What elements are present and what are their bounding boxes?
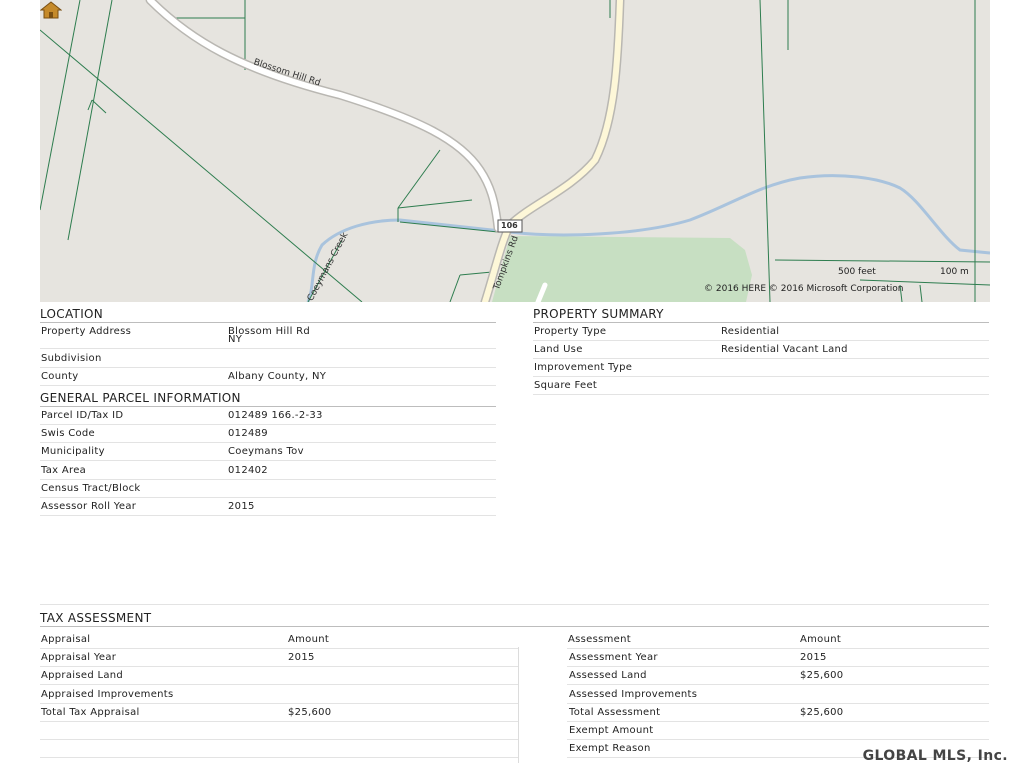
parcel-row: Parcel ID/Tax ID 012489 166.-2-33: [40, 406, 496, 425]
summary-row: Property Type Residential: [533, 322, 989, 341]
row-value: Residential Vacant Land: [721, 344, 848, 355]
tax-column-divider: [518, 647, 519, 763]
house-marker-icon[interactable]: [40, 0, 62, 20]
parcel-row: Tax Area 012402: [40, 461, 496, 480]
row-label: Property Type: [534, 326, 607, 337]
summary-title: PROPERTY SUMMARY: [533, 307, 989, 323]
row-value: 012402: [228, 465, 268, 476]
col-header: Amount: [800, 634, 842, 645]
row-label: Assessed Land: [569, 670, 647, 681]
route-106-label: 106: [501, 221, 518, 230]
row-label: Improvement Type: [534, 362, 633, 373]
summary-row: Land Use Residential Vacant Land: [533, 340, 989, 359]
row-label: Parcel ID/Tax ID: [41, 410, 124, 421]
tax-left-row: Appraisal Year 2015: [40, 648, 518, 667]
tax-left-row-empty: [40, 739, 518, 758]
row-value: Residential: [721, 326, 780, 337]
row-value-line2: NY: [228, 334, 243, 345]
tax-right-row: Assessed Improvements: [567, 685, 989, 704]
row-label: Property Address: [41, 326, 132, 337]
parcel-row: Municipality Coeymans Tov: [40, 442, 496, 461]
row-label: Total Tax Appraisal: [41, 707, 140, 718]
summary-row: Improvement Type: [533, 358, 989, 377]
row-label: Exempt Reason: [569, 743, 651, 754]
row-label: Tax Area: [41, 465, 87, 476]
row-value: $25,600: [800, 707, 844, 718]
row-label: Land Use: [534, 344, 583, 355]
row-label: Exempt Amount: [569, 725, 654, 736]
summary-row: Square Feet: [533, 376, 989, 395]
tax-left-row-empty: [40, 721, 518, 740]
tax-top-rule: [40, 604, 989, 605]
row-value: 2015: [288, 652, 315, 663]
tax-left-row: Appraised Land: [40, 666, 518, 685]
row-label: Square Feet: [534, 380, 598, 391]
row-label: Total Assessment: [569, 707, 661, 718]
row-value: 012489: [228, 428, 268, 439]
row-label: Appraisal Year: [41, 652, 117, 663]
scale-feet: 500 feet: [838, 267, 876, 277]
row-label: Assessment Year: [569, 652, 658, 663]
tax-right-row: Assessed Land $25,600: [567, 666, 989, 685]
parcel-row: Census Tract/Block: [40, 479, 496, 498]
tax-right-header: Assessment Amount: [567, 630, 989, 649]
tax-left-row: Total Tax Appraisal $25,600: [40, 703, 518, 722]
row-label: Appraised Improvements: [41, 689, 174, 700]
row-value: $25,600: [800, 670, 844, 681]
brand-logo: GLOBAL MLS, Inc.: [862, 748, 1008, 764]
parcel-row: Assessor Roll Year 2015: [40, 497, 496, 516]
location-row-subdivision: Subdivision: [40, 349, 496, 368]
row-label: Assessed Improvements: [569, 689, 698, 700]
row-value: Albany County, NY: [228, 371, 327, 382]
property-map[interactable]: Blossom Hill Rd 106 Tompkins Rd Coeymans…: [40, 0, 990, 302]
location-title: LOCATION: [40, 307, 496, 323]
col-header: Amount: [288, 634, 330, 645]
parcel-row: Swis Code 012489: [40, 424, 496, 443]
tax-right-row: Total Assessment $25,600: [567, 703, 989, 722]
row-value: Coeymans Tov: [228, 446, 304, 457]
row-value: 2015: [228, 501, 255, 512]
map-copyright: © 2016 HERE © 2016 Microsoft Corporation: [704, 284, 904, 294]
tax-right-row: Exempt Amount: [567, 721, 989, 740]
location-row-county: County Albany County, NY: [40, 367, 496, 386]
row-value: $25,600: [288, 707, 332, 718]
row-value: 012489 166.-2-33: [228, 410, 323, 421]
tax-right-row: Assessment Year 2015: [567, 648, 989, 667]
scale-meters: 100 m: [940, 267, 969, 277]
tax-left-header: Appraisal Amount: [40, 630, 518, 649]
row-value: 2015: [800, 652, 827, 663]
tax-title: TAX ASSESSMENT: [40, 611, 989, 627]
row-label: Appraised Land: [41, 670, 124, 681]
row-label: County: [41, 371, 79, 382]
row-label: Swis Code: [41, 428, 95, 439]
col-header: Assessment: [568, 634, 631, 645]
row-label: Subdivision: [41, 353, 102, 364]
row-label: Municipality: [41, 446, 105, 457]
location-row-address: Property Address Blossom Hill Rd NY: [40, 322, 496, 349]
map-canvas: [40, 0, 990, 302]
parcel-title: GENERAL PARCEL INFORMATION: [40, 391, 496, 407]
tax-left-row: Appraised Improvements: [40, 685, 518, 704]
row-label: Census Tract/Block: [41, 483, 141, 494]
row-label: Assessor Roll Year: [41, 501, 137, 512]
col-header: Appraisal: [41, 634, 91, 645]
